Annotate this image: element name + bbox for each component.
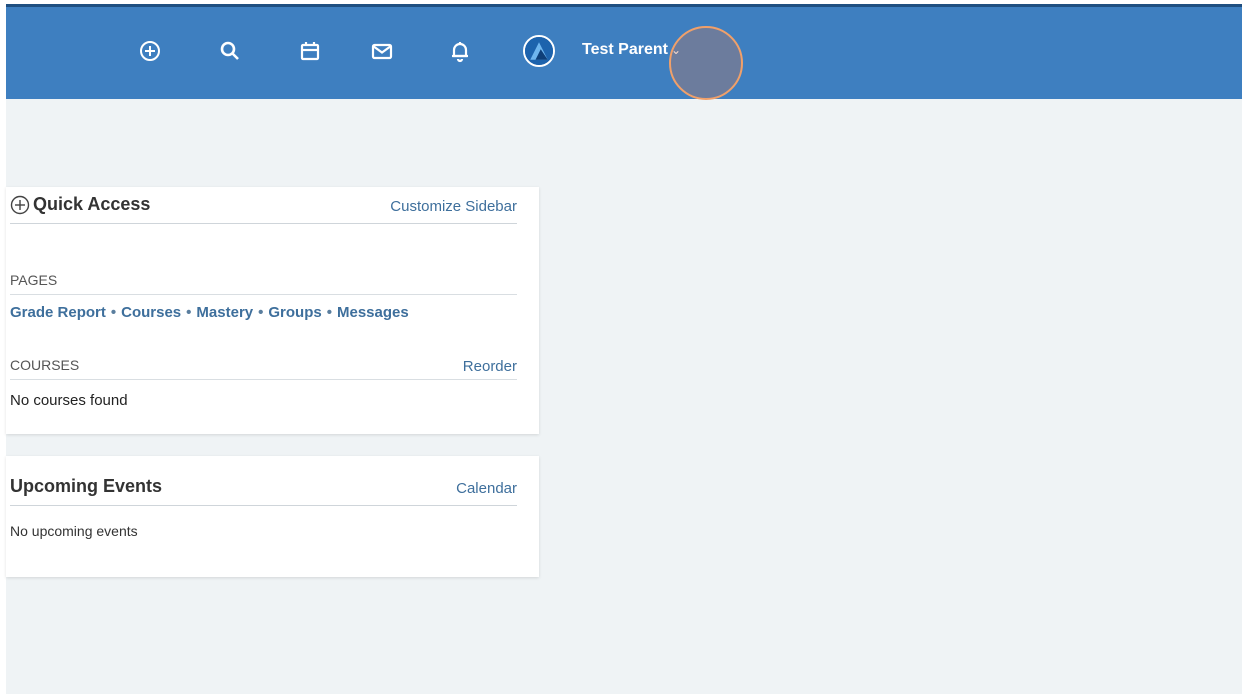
calendar-link[interactable]: Calendar	[456, 480, 517, 497]
app-window: Test Parent ⌄ Quick Access Customize Side…	[6, 4, 1242, 694]
page-link-grade-report[interactable]: Grade Report	[10, 304, 106, 321]
quick-access-title: Quick Access	[10, 194, 150, 215]
divider	[10, 379, 517, 380]
search-icon[interactable]	[217, 38, 243, 64]
bell-icon[interactable]	[447, 38, 473, 64]
page-link-mastery[interactable]: Mastery	[196, 304, 253, 321]
courses-empty-text: No courses found	[10, 392, 128, 409]
mail-icon[interactable]	[369, 38, 395, 64]
page-link-groups[interactable]: Groups	[268, 304, 321, 321]
upcoming-events-header: Upcoming Events Calendar	[10, 475, 517, 506]
customize-sidebar-link[interactable]: Customize Sidebar	[390, 198, 517, 215]
upcoming-events-card: Upcoming Events Calendar No upcoming eve…	[6, 456, 539, 577]
events-empty-text: No upcoming events	[10, 523, 138, 539]
top-navigation-bar: Test Parent ⌄	[6, 4, 1242, 100]
avatar[interactable]	[523, 35, 555, 67]
quick-access-header: Quick Access Customize Sidebar	[10, 193, 517, 224]
quick-access-title-text: Quick Access	[33, 194, 151, 214]
separator: •	[110, 304, 117, 321]
plus-circle-icon	[10, 195, 30, 214]
plus-circle-icon[interactable]	[137, 38, 163, 64]
divider	[10, 294, 517, 295]
click-highlight-indicator	[669, 26, 743, 100]
courses-section-label: COURSES	[10, 357, 80, 373]
separator: •	[258, 304, 264, 321]
separator: •	[186, 304, 192, 321]
user-menu-button[interactable]: Test Parent ⌄	[582, 41, 681, 59]
calendar-icon[interactable]	[297, 38, 323, 64]
page-link-messages[interactable]: Messages	[337, 304, 409, 321]
separator: •	[326, 304, 332, 321]
reorder-link[interactable]: Reorder	[463, 358, 517, 375]
chevron-down-icon: ⌄	[670, 43, 682, 57]
page-link-courses[interactable]: Courses	[121, 304, 181, 321]
user-name-label: Test Parent	[582, 41, 668, 58]
quick-access-card: Quick Access Customize Sidebar PAGES Gra…	[6, 187, 539, 434]
page-links: Grade Report • Courses • Mastery • Groups • Mess…	[10, 304, 409, 321]
upcoming-events-title: Upcoming Events	[10, 476, 163, 496]
pages-section-label: PAGES	[10, 272, 58, 288]
